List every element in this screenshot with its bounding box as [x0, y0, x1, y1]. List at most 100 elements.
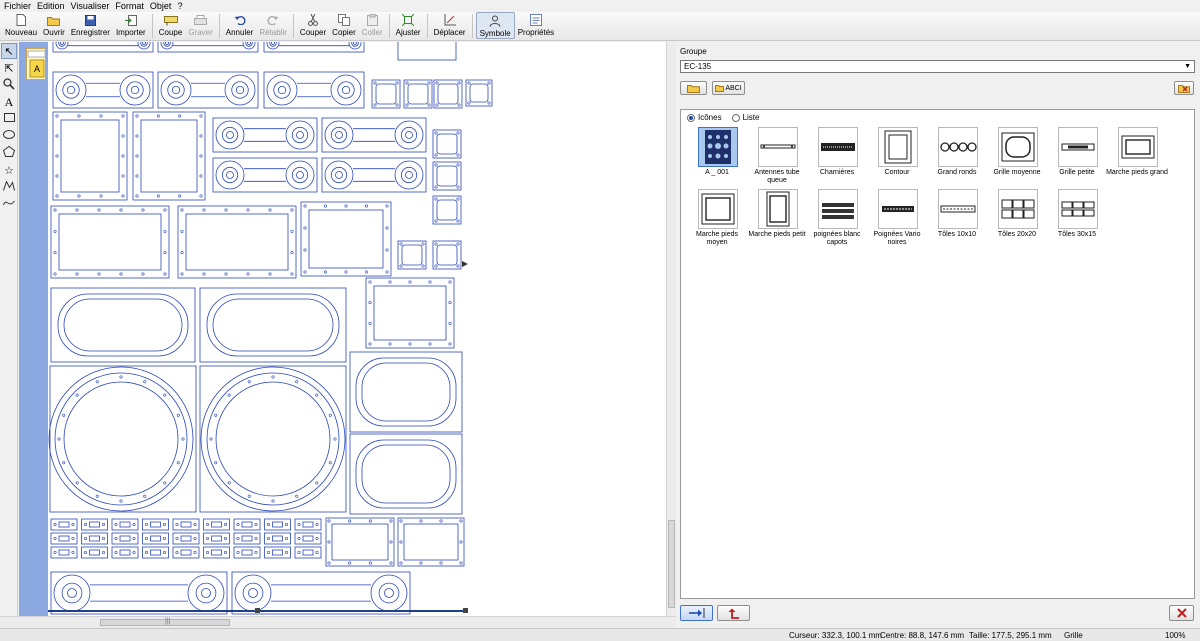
symbol-item[interactable]: Marche pieds petit: [747, 189, 807, 251]
rectangle-tool[interactable]: [1, 111, 17, 127]
symbol-item[interactable]: Grille moyenne: [987, 127, 1047, 189]
symbol-item[interactable]: Tôles 30x15: [1047, 189, 1107, 251]
symbol-item[interactable]: Grand ronds: [927, 127, 987, 189]
canvas-hole: [395, 81, 399, 85]
canvas-hole: [399, 519, 403, 523]
symbol-thumbnail: [698, 189, 738, 229]
canvas-rect: [142, 518, 169, 531]
canvas-hole: [456, 131, 460, 135]
canvas-circle: [55, 74, 87, 106]
symbol-thumbnail: [938, 189, 978, 229]
curve-tool[interactable]: [1, 196, 17, 212]
symbol-item[interactable]: Antennes tube queue: [747, 127, 807, 189]
menu-help[interactable]: ?: [177, 1, 182, 11]
canvas-hole: [385, 226, 389, 230]
node-edit-icon: ⇱: [4, 62, 14, 75]
canvas-hole: [295, 494, 299, 498]
symbol-item[interactable]: Tôles 20x20: [987, 189, 1047, 251]
canvas-circle: [221, 166, 239, 184]
delete-library-button[interactable]: [1174, 81, 1194, 95]
symbol-item[interactable]: Charnières: [807, 127, 867, 189]
canvas-circle: [247, 42, 251, 45]
canvas-vertical-scrollbar[interactable]: [666, 42, 676, 616]
engrave-button[interactable]: Graver: [185, 12, 215, 39]
canvas-hole: [434, 197, 438, 201]
polyline-tool[interactable]: [1, 179, 17, 195]
canvas-hole: [53, 251, 57, 255]
layer-indicator[interactable]: A: [26, 48, 46, 80]
symbol-item[interactable]: Poignées Vario noires: [867, 189, 927, 251]
drawing-canvas[interactable]: [48, 42, 666, 616]
grid-toggle[interactable]: Grille: [1064, 631, 1083, 640]
canvas-rect: [407, 83, 429, 105]
canvas-circle: [62, 81, 80, 99]
canvas-hole: [368, 561, 372, 565]
scroll-thumb[interactable]: [668, 520, 675, 608]
cut-job-button[interactable]: Coupe: [156, 12, 186, 39]
node-edit-tool[interactable]: ⇱: [1, 60, 17, 76]
back-button[interactable]: [717, 605, 750, 621]
copy-button[interactable]: Copier: [329, 12, 359, 39]
star-tool[interactable]: ☆: [1, 162, 17, 178]
symbol-item[interactable]: Marche pieds moyen: [687, 189, 747, 251]
canvas-hole: [364, 204, 368, 208]
zoom-tool[interactable]: [1, 77, 17, 93]
canvas-hole: [236, 550, 240, 554]
canvas-circle: [341, 85, 351, 95]
canvas-rect: [142, 546, 169, 559]
pointer-tool[interactable]: ↖: [1, 43, 17, 59]
canvas-rect: [58, 535, 70, 542]
group-label: Groupe: [680, 47, 707, 56]
properties-button[interactable]: Propriétés: [515, 12, 557, 39]
paste-button[interactable]: Coller: [359, 12, 386, 39]
symbol-item[interactable]: Tôles 10x10: [927, 189, 987, 251]
canvas-hole: [254, 536, 258, 540]
canvas-hole: [323, 270, 327, 274]
symbol-item[interactable]: Marche pieds grand: [1106, 127, 1168, 189]
view-list-radio[interactable]: Liste: [731, 113, 759, 122]
symbol-thumbnail: [998, 127, 1038, 167]
menu-objet[interactable]: Objet: [150, 1, 172, 11]
symbol-item[interactable]: poignées blanc capots: [807, 189, 867, 251]
canvas-rect: [264, 546, 291, 559]
fit-button-label: Ajuster: [395, 28, 421, 37]
new-button[interactable]: Nouveau: [2, 12, 40, 39]
canvas-hole: [75, 208, 79, 212]
cut-button[interactable]: Couper: [297, 12, 329, 39]
symbol-item[interactable]: Grille petite: [1047, 127, 1107, 189]
polygon-tool[interactable]: [1, 145, 17, 161]
canvas-rect: [403, 523, 459, 561]
canvas-circle: [384, 588, 394, 598]
group-dropdown[interactable]: EC-135 ▼: [680, 60, 1195, 73]
canvas-hole: [368, 301, 372, 305]
symbol-item[interactable]: Contour: [867, 127, 927, 189]
canvas-hole: [315, 481, 319, 485]
import-button[interactable]: Importer: [113, 12, 149, 39]
view-icons-radio[interactable]: Icônes: [687, 113, 722, 122]
insert-symbol-button[interactable]: [680, 605, 713, 621]
close-panel-button[interactable]: [1169, 605, 1194, 621]
menu-visualiser[interactable]: Visualiser: [71, 1, 110, 11]
symbol-item[interactable]: A _ 001: [687, 127, 747, 189]
menu-fichier[interactable]: Fichier: [4, 1, 31, 11]
menu-format[interactable]: Format: [115, 1, 144, 11]
redo-icon: [266, 14, 280, 26]
redo-button[interactable]: Rétablir: [256, 12, 290, 39]
canvas-hole: [323, 204, 327, 208]
move-button[interactable]: Déplacer: [431, 12, 469, 39]
canvas-hole: [448, 321, 452, 325]
fit-button[interactable]: Ajuster: [393, 12, 424, 39]
ellipse-tool[interactable]: [1, 128, 17, 144]
canvas-circle: [242, 582, 264, 604]
symbol-button[interactable]: Symbole: [475, 12, 515, 39]
canvas-rect: [302, 521, 314, 528]
canvas-circle: [285, 120, 315, 150]
undo-button[interactable]: Annuler: [223, 12, 257, 39]
text-tool[interactable]: A: [1, 94, 17, 110]
menu-edition[interactable]: Edition: [37, 1, 65, 11]
abci-button[interactable]: ABCI: [712, 81, 745, 95]
open-library-button[interactable]: [680, 81, 707, 95]
canvas-horizontal-scrollbar[interactable]: |||: [0, 616, 676, 628]
open-button[interactable]: Ouvrir: [40, 12, 68, 39]
save-button[interactable]: Enregistrer: [68, 12, 113, 39]
